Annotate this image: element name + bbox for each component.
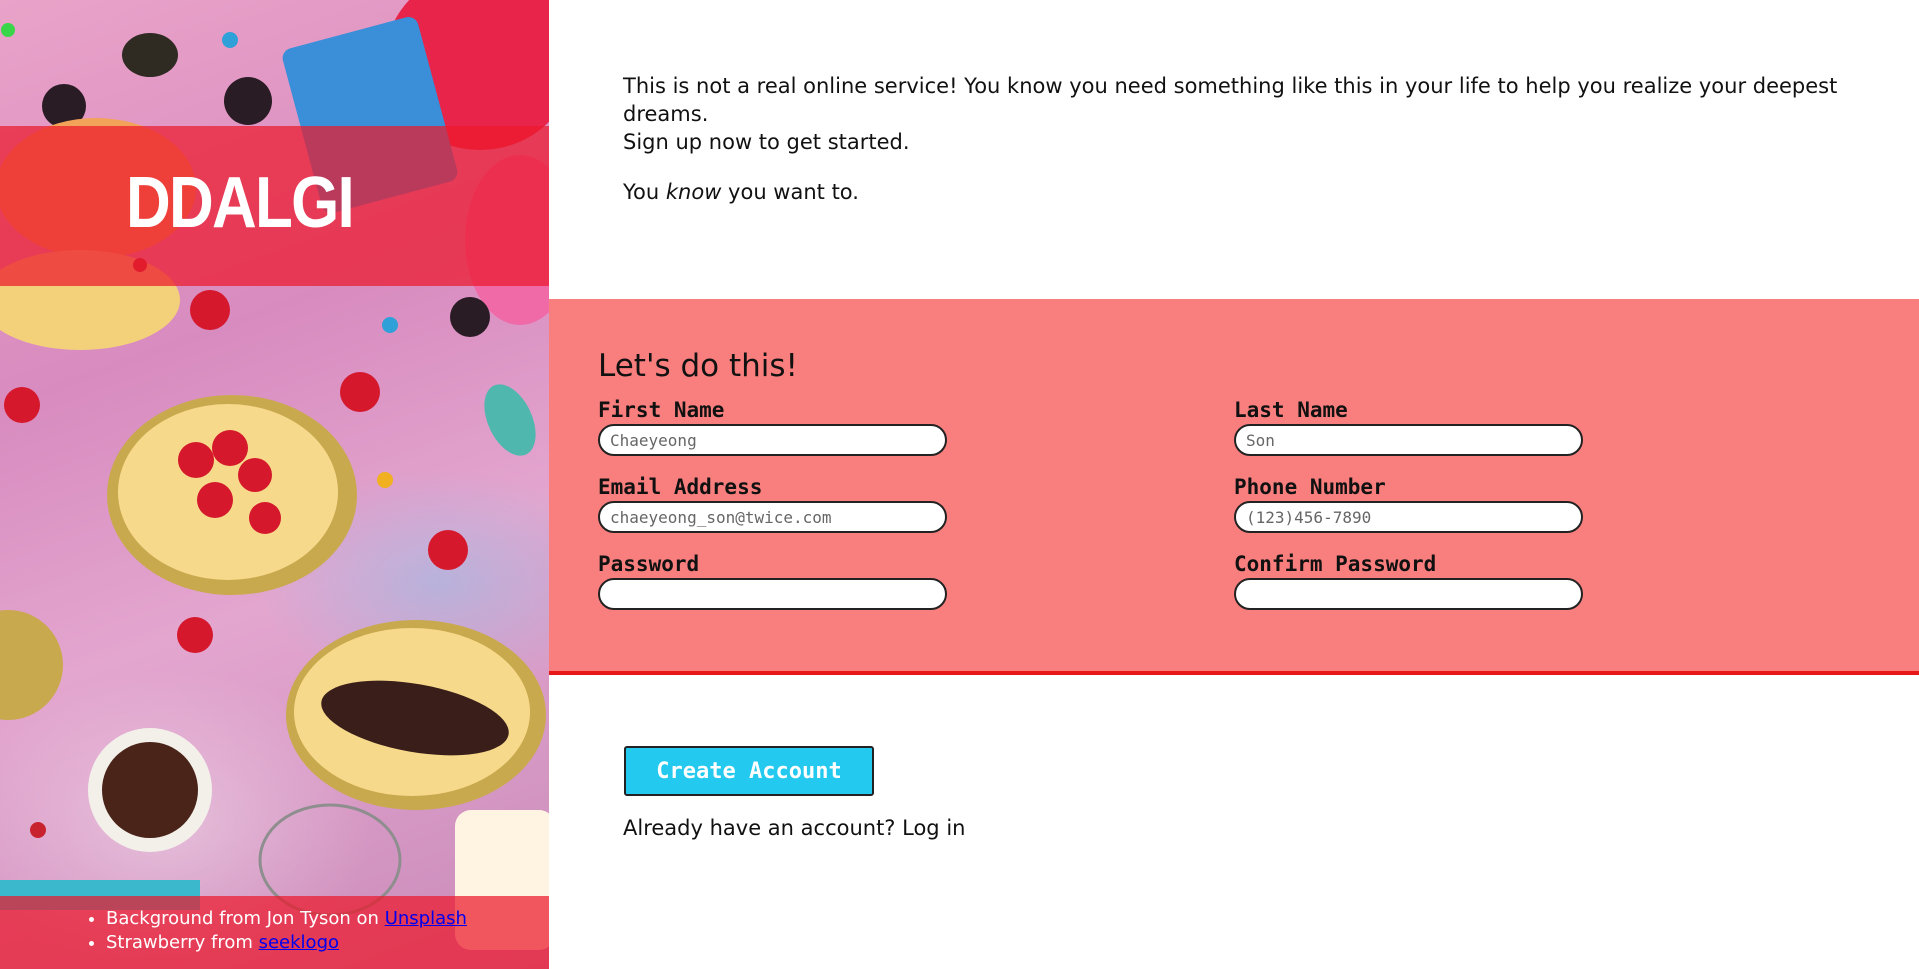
seeklogo-link[interactable]: seeklogo <box>259 932 339 953</box>
email-input[interactable] <box>598 501 947 533</box>
intro-line-1: This is not a real online service! You k… <box>623 74 1838 126</box>
last-name-input[interactable] <box>1234 424 1583 456</box>
credit-item: Strawberry from seeklogo <box>106 931 467 955</box>
first-name-label: First Name <box>598 398 725 422</box>
intro-section: This is not a real online service! You k… <box>623 72 1843 228</box>
side-panel: DDALGI Background from Jon Tyson on Unsp… <box>0 0 549 969</box>
unsplash-link[interactable]: Unsplash <box>385 908 467 929</box>
credit-text: Background from Jon Tyson on <box>106 908 385 929</box>
know-emphasis: know <box>665 180 722 204</box>
form-heading: Let's do this! <box>598 348 798 384</box>
credit-text: Strawberry from <box>106 932 259 953</box>
email-label: Email Address <box>598 475 763 499</box>
credit-item: Background from Jon Tyson on Unsplash <box>106 907 467 931</box>
password-label: Password <box>598 552 700 576</box>
phone-input[interactable] <box>1234 501 1583 533</box>
login-prompt: Already have an account? Log in <box>623 816 966 840</box>
confirm-password-input[interactable] <box>1234 578 1583 610</box>
intro-paragraph: This is not a real online service! You k… <box>623 72 1843 156</box>
know-prefix: You <box>623 180 666 204</box>
intro-line-2: Sign up now to get started. <box>623 130 910 154</box>
know-suffix: you want to. <box>721 180 859 204</box>
phone-label: Phone Number <box>1234 475 1386 499</box>
confirm-password-label: Confirm Password <box>1234 552 1437 576</box>
credits-list: Background from Jon Tyson on Unsplash St… <box>82 907 467 955</box>
password-input[interactable] <box>598 578 947 610</box>
create-account-button[interactable]: Create Account <box>624 746 874 796</box>
first-name-input[interactable] <box>598 424 947 456</box>
brand-logo: DDALGI <box>126 163 355 243</box>
last-name-label: Last Name <box>1234 398 1348 422</box>
intro-know-paragraph: You know you want to. <box>623 178 1843 206</box>
